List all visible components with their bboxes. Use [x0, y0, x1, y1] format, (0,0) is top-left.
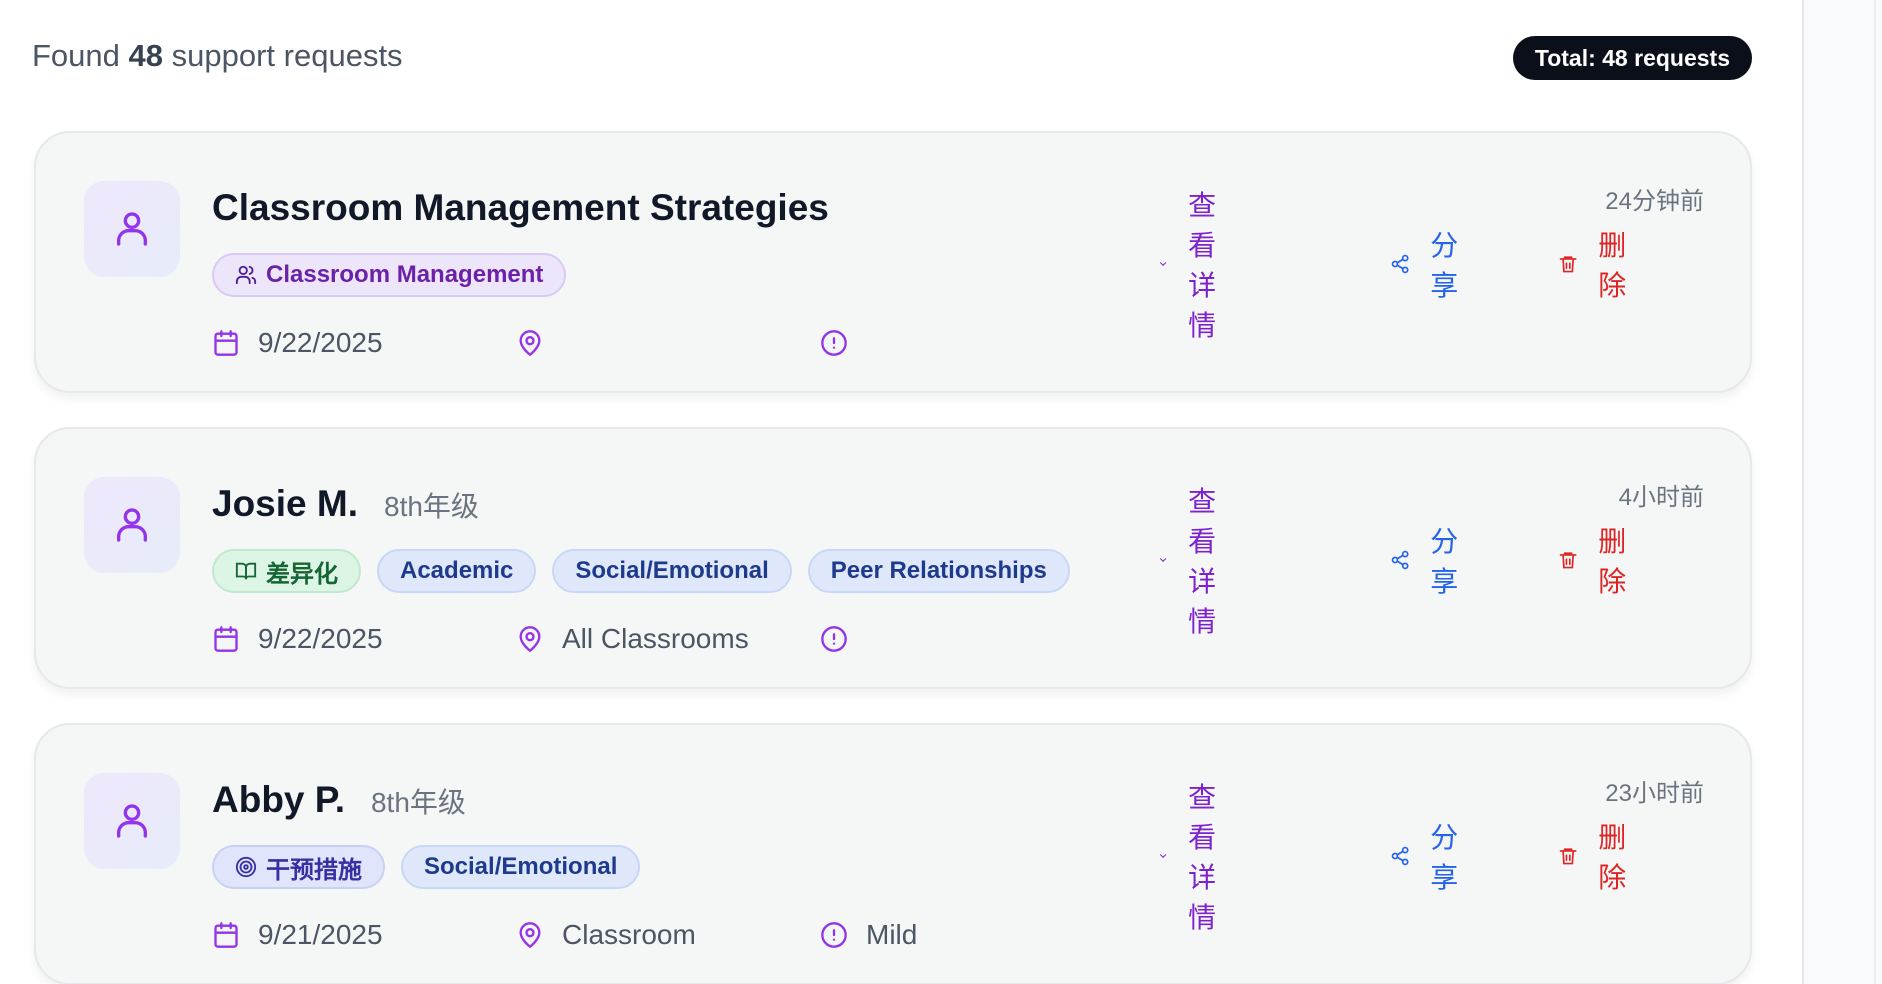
- request-date: 9/21/2025: [258, 919, 383, 950]
- user-icon: [117, 212, 147, 246]
- tag-peer-relationships: Peer Relationships: [807, 549, 1070, 593]
- delete-button[interactable]: 删除: [1558, 822, 1636, 893]
- summary-prefix: Found: [32, 38, 120, 73]
- request-meta: 9/22/2025 All Classrooms: [212, 621, 1112, 657]
- summary-count: 48: [128, 38, 164, 73]
- tag-social-emotional: Social/Emotional: [552, 549, 792, 593]
- date-field: 9/21/2025: [212, 917, 383, 953]
- severity-field: [820, 325, 866, 361]
- request-card[interactable]: Abby P. 8th年级 干预措施 Social/Emotional 9/21…: [34, 723, 1752, 984]
- delete-button[interactable]: 删除: [1558, 230, 1636, 301]
- panel-divider: [1874, 0, 1876, 984]
- users-icon: [235, 265, 257, 285]
- request-location: All Classrooms: [562, 623, 749, 654]
- request-card[interactable]: Josie M. 8th年级 差异化 Academic Social/Emoti…: [34, 427, 1752, 689]
- request-meta: 9/22/2025: [212, 325, 1112, 361]
- avatar: [84, 477, 180, 573]
- view-details-button[interactable]: 查看详情: [1158, 782, 1232, 933]
- map-pin-icon: [519, 626, 541, 653]
- calendar-icon: [214, 922, 238, 948]
- alert-circle-icon: [821, 922, 847, 948]
- time-ago: 4小时前: [1618, 484, 1704, 511]
- right-scroll-panel[interactable]: [1802, 0, 1882, 984]
- time-ago: 24分钟前: [1605, 188, 1704, 215]
- chevron-down-icon: [1160, 854, 1167, 858]
- card-header: Classroom Management Strategies: [212, 187, 829, 229]
- delete-button[interactable]: 删除: [1558, 526, 1636, 597]
- target-icon: [235, 856, 257, 878]
- user-icon: [117, 508, 147, 542]
- tag-academic: Academic: [377, 549, 537, 593]
- calendar-icon: [214, 626, 238, 652]
- request-card[interactable]: Classroom Management Strategies Classroo…: [34, 131, 1752, 393]
- request-date: 9/22/2025: [258, 623, 383, 654]
- request-title: Classroom Management Strategies: [212, 187, 829, 228]
- grade-label: 8th年级: [384, 491, 479, 522]
- trash-icon: [1559, 256, 1577, 273]
- tag-differentiation: 差异化: [212, 549, 361, 593]
- location-field: All Classrooms: [516, 621, 749, 657]
- calendar-icon: [214, 330, 238, 356]
- date-field: 9/22/2025: [212, 621, 383, 657]
- card-header: Abby P. 8th年级: [212, 779, 466, 821]
- view-details-button[interactable]: 查看详情: [1158, 486, 1232, 637]
- chevron-down-icon: [1160, 558, 1167, 562]
- student-name: Josie M.: [212, 483, 358, 524]
- card-header: Josie M. 8th年级: [212, 483, 479, 525]
- grade-label: 8th年级: [370, 787, 466, 818]
- alert-circle-icon: [821, 330, 847, 356]
- tag-intervention: 干预措施: [212, 845, 385, 889]
- share-icon: [1391, 550, 1409, 570]
- avatar: [84, 181, 180, 277]
- chevron-down-icon: [1160, 262, 1167, 266]
- share-icon: [1391, 846, 1409, 866]
- tag-list: Classroom Management: [212, 253, 567, 297]
- location-field: [516, 325, 562, 361]
- severity-field: [820, 621, 866, 657]
- tag-list: 差异化 Academic Social/Emotional Peer Relat…: [212, 549, 1070, 593]
- avatar: [84, 773, 180, 869]
- view-details-button[interactable]: 查看详情: [1158, 190, 1232, 341]
- request-severity: Mild: [866, 919, 918, 950]
- location-field: Classroom: [516, 917, 696, 953]
- summary-suffix: support requests: [171, 38, 403, 73]
- student-name: Abby P.: [212, 779, 345, 820]
- share-button[interactable]: 分享: [1390, 822, 1468, 893]
- share-button[interactable]: 分享: [1390, 526, 1468, 597]
- tag-list: 干预措施 Social/Emotional: [212, 845, 641, 889]
- trash-icon: [1559, 552, 1577, 569]
- map-pin-icon: [519, 922, 541, 949]
- request-date: 9/22/2025: [258, 327, 383, 358]
- tag-social-emotional: Social/Emotional: [401, 845, 641, 889]
- main-content: Found 48 support requests Total: 48 requ…: [0, 0, 1802, 984]
- book-open-icon: [235, 562, 257, 580]
- total-requests-badge: Total: 48 requests: [1512, 36, 1752, 80]
- share-button[interactable]: 分享: [1390, 230, 1468, 301]
- time-ago: 23小时前: [1605, 780, 1704, 807]
- map-pin-icon: [519, 330, 541, 357]
- alert-circle-icon: [821, 626, 847, 652]
- request-location: Classroom: [562, 919, 696, 950]
- user-icon: [117, 804, 147, 838]
- severity-field: Mild: [820, 917, 917, 953]
- tag-classroom-management: Classroom Management: [212, 253, 567, 297]
- trash-icon: [1559, 848, 1577, 865]
- share-icon: [1391, 254, 1409, 274]
- results-summary: Found 48 support requests: [32, 38, 403, 74]
- request-meta: 9/21/2025 Classroom Mild: [212, 917, 1112, 953]
- date-field: 9/22/2025: [212, 325, 383, 361]
